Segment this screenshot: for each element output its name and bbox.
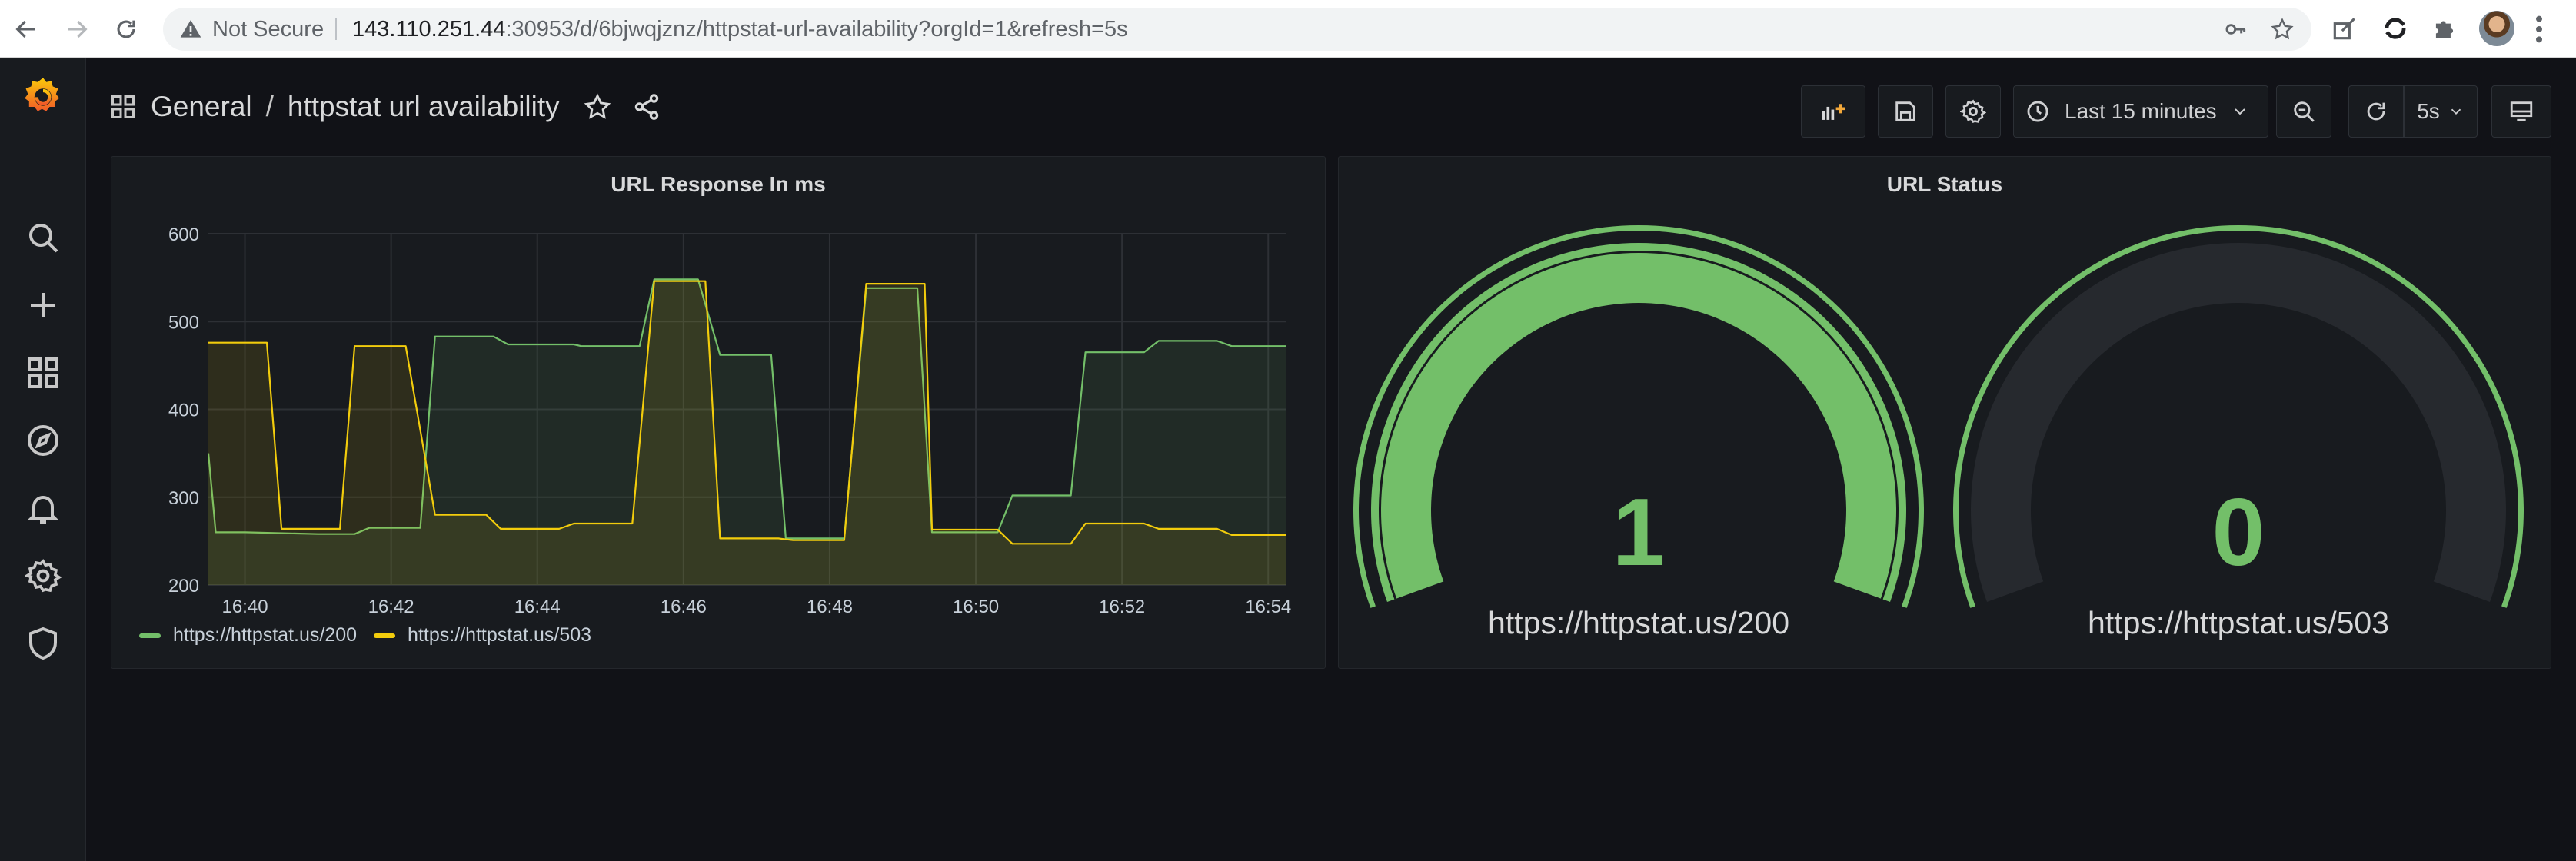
zoom-out-icon [2294,101,2315,122]
x-tick-label: 16:40 [221,597,268,617]
gauge-label-200: https://httpstat.us/200 [1487,605,1790,640]
puzzle-icon[interactable] [2430,14,2459,43]
back-button[interactable] [8,11,45,48]
response-time-panel: URL Response In ms 200 300 400 500 600 16:40 1… [111,156,1326,669]
sidebar-item-explore[interactable] [25,422,62,459]
save-icon [1895,101,1915,121]
grafana-logo-icon[interactable] [22,75,65,118]
search-icon [29,224,58,253]
x-tick-label: 16:42 [368,597,414,617]
sidebar-item-server-admin[interactable] [25,625,62,662]
x-tick-label: 16:50 [953,597,999,617]
monitor-icon [2510,101,2533,121]
url-path: :30953/d/6bjwqjznz/httpstat-url-availabi… [505,17,1128,42]
x-tick-label: 16:48 [807,597,853,617]
bookmark-star-icon[interactable] [2270,17,2295,42]
dashboard-header: General / httpstat url availability Last… [86,58,2576,156]
zoom-out-button[interactable] [2276,85,2331,138]
chevron-down-icon [2234,108,2245,115]
extension-sync-icon[interactable] [2381,14,2410,43]
profile-avatar[interactable] [2479,11,2514,46]
breadcrumb: General / httpstat url availability [109,88,661,125]
back-arrow-icon [15,20,35,38]
warning-icon [180,20,201,38]
legend-label: https://httpstat.us/503 [408,624,592,646]
dashboard-settings-button[interactable] [1945,85,2001,138]
legend-swatch [374,633,396,638]
refresh-interval-picker[interactable]: 5s [2404,85,2478,138]
y-tick-label: 200 [168,576,199,597]
tv-mode-button[interactable] [2491,85,2551,138]
add-panel-button[interactable] [1801,85,1865,138]
breadcrumb-folder[interactable]: General [151,91,252,123]
star-icon[interactable] [583,92,612,121]
legend-label: https://httpstat.us/200 [173,624,358,646]
more-menu-icon[interactable] [2534,14,2544,45]
extension-edit-icon[interactable] [2330,14,2359,43]
security-label: Not Secure [212,17,324,42]
address-bar[interactable]: Not Secure 143.110.251.44:30953/d/6bjwqj… [163,8,2311,51]
dashboard-grid-icon [111,95,135,118]
url-text: 143.110.251.44:30953/d/6bjwqjznz/httpsta… [352,8,1128,51]
gauge-label-503: https://httpstat.us/503 [2087,605,2390,640]
legend-item-503[interactable]: https://httpstat.us/503 [374,624,591,647]
gauge-group [1353,224,2524,608]
y-tick-label: 300 [168,488,199,509]
gear-icon [1960,99,1986,124]
sidebar-item-search[interactable] [25,219,62,256]
time-range-label: Last 15 minutes [2065,99,2217,123]
bell-icon [27,496,59,524]
refresh-button[interactable] [2348,85,2404,138]
share-icon[interactable] [632,92,661,121]
reload-icon [117,20,135,38]
legend-swatch [139,633,161,638]
y-tick-label: 600 [168,224,199,245]
refresh-interval-label: 5s [2417,99,2440,123]
y-tick-label: 500 [168,312,199,333]
gear-icon [23,559,62,593]
chevron-down-icon [2451,108,2461,115]
url-host: 143.110.251.44 [352,17,506,42]
x-tick-label: 16:44 [514,597,561,617]
sidebar-item-alerting[interactable] [25,490,62,527]
sidebar-item-dashboards[interactable] [25,354,62,391]
breadcrumb-separator: / [265,91,274,122]
sidebar-item-create[interactable] [25,287,62,324]
save-dashboard-button[interactable] [1878,85,1933,138]
chart-legend: https://httpstat.us/200 https://httpstat… [139,624,608,647]
sidebar [0,58,86,861]
address-divider [335,18,337,40]
key-icon[interactable] [2224,17,2248,42]
reload-button[interactable] [108,11,145,48]
sidebar-item-configuration[interactable] [23,557,62,594]
legend-item-200[interactable]: https://httpstat.us/200 [139,624,357,647]
x-tick-label: 16:46 [661,597,707,617]
shield-icon [29,627,57,660]
dashboards-icon [28,357,58,388]
page-title[interactable]: httpstat url availability [288,91,560,123]
response-time-chart: 200 300 400 500 600 16:40 16:42 16:44 16:46 16:48… [168,224,1291,617]
browser-toolbar: Not Secure 143.110.251.44:30953/d/6bjwqj… [0,0,2576,58]
x-tick-label: 16:52 [1099,597,1145,617]
forward-button[interactable] [58,11,95,48]
add-panel-icon [1822,104,1845,120]
plus-icon [31,293,55,317]
time-range-picker[interactable]: Last 15 minutes [2013,85,2268,138]
url-status-panel: URL Status 1 https://httpstat.us/200 0 h… [1338,156,2551,669]
compass-icon [28,425,58,456]
gauge-value-503: 0 [2212,480,2265,586]
refresh-icon [2367,102,2385,121]
x-tick-label: 16:54 [1245,597,1291,617]
forward-arrow-icon [68,20,88,38]
y-tick-label: 400 [168,401,199,421]
clock-icon [2027,101,2048,122]
gauge-value-200: 1 [1612,480,1666,586]
